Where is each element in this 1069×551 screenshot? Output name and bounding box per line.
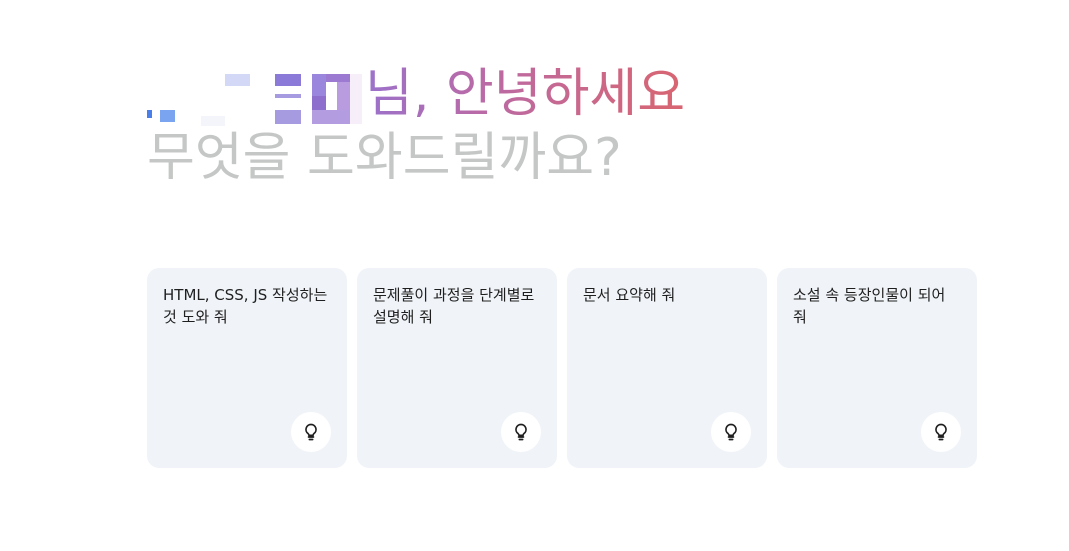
suggestion-card-summarize[interactable]: 문서 요약해 줘 xyxy=(567,268,767,468)
suggestion-card-roleplay[interactable]: 소설 속 등장인물이 되어 줘 xyxy=(777,268,977,468)
suggestion-cards: HTML, CSS, JS 작성하는 것 도와 줘 문제풀이 과정을 단계별로 … xyxy=(147,268,977,468)
main-page: 님, 안녕하세요 무엇을 도와드릴까요? HTML, CSS, JS 작성하는 … xyxy=(0,0,1069,551)
greeting-question: 무엇을 도와드릴까요? xyxy=(147,128,622,188)
lightbulb-icon xyxy=(291,412,331,452)
redacted-user-name xyxy=(147,66,363,126)
suggestion-card-text: HTML, CSS, JS 작성하는 것 도와 줘 xyxy=(163,286,328,326)
lightbulb-icon xyxy=(711,412,751,452)
suggestion-card-html-css-js[interactable]: HTML, CSS, JS 작성하는 것 도와 줘 xyxy=(147,268,347,468)
suggestion-card-text: 문서 요약해 줘 xyxy=(583,286,676,304)
suggestion-card-text: 소설 속 등장인물이 되어 줘 xyxy=(793,286,946,326)
lightbulb-icon xyxy=(921,412,961,452)
suggestion-card-text: 문제풀이 과정을 단계별로 설명해 줘 xyxy=(373,286,535,326)
suggestion-card-step-by-step[interactable]: 문제풀이 과정을 단계별로 설명해 줘 xyxy=(357,268,557,468)
lightbulb-icon xyxy=(501,412,541,452)
greeting-line: 님, 안녕하세요 xyxy=(147,56,685,126)
greeting-hello-text: 님, 안녕하세요 xyxy=(365,64,686,124)
